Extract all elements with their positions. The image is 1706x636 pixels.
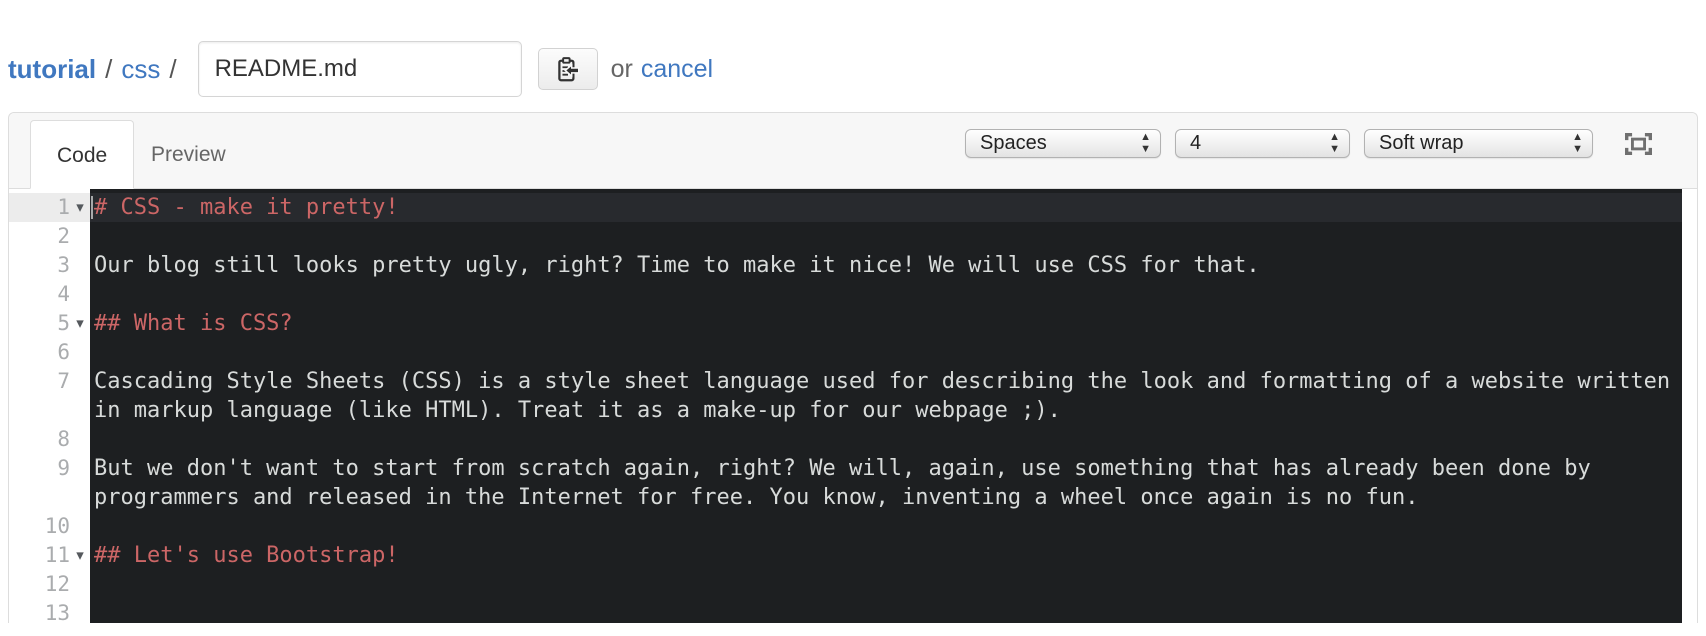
- editor-right-margin: [1682, 599, 1697, 623]
- wrap-mode-value: Soft wrap: [1379, 132, 1464, 154]
- line-number: 2: [57, 224, 70, 248]
- line-number: 1: [57, 195, 70, 219]
- code-line-text[interactable]: [90, 222, 1682, 251]
- editor-line: 11 ▾ ## Let's use Bootstrap!: [9, 541, 1697, 570]
- indent-mode-value: Spaces: [980, 132, 1047, 154]
- gutter-cell: 7: [9, 367, 90, 425]
- editor-line: 8: [9, 425, 1697, 454]
- clipboard-paste-icon: [555, 56, 581, 83]
- editor-right-margin: [1682, 222, 1697, 251]
- paste-filename-button[interactable]: [537, 48, 598, 90]
- fold-arrow-icon[interactable]: ▾: [70, 193, 90, 222]
- editor-line: 5 ▾ ## What is CSS?: [9, 309, 1697, 338]
- fold-arrow-icon[interactable]: ▾: [70, 541, 90, 570]
- editor-right-margin: [1682, 367, 1697, 425]
- editor-right-margin: [1682, 454, 1697, 512]
- line-number: 5: [57, 311, 70, 335]
- screen-full-icon: [1625, 132, 1652, 155]
- editor-right-margin: [1682, 280, 1697, 309]
- gutter-cell: 5 ▾: [9, 309, 90, 338]
- breadcrumb-separator: /: [105, 53, 113, 84]
- line-number: 4: [57, 282, 70, 306]
- wrap-mode-select[interactable]: Soft wrap ▲ ▼: [1364, 129, 1593, 158]
- code-line-text[interactable]: [90, 425, 1682, 454]
- gutter-cell: 3: [9, 251, 90, 280]
- cancel-link[interactable]: cancel: [641, 55, 713, 84]
- select-arrows-icon: ▲ ▼: [1140, 131, 1151, 155]
- editor-right-margin: [1682, 338, 1697, 367]
- editor-right-margin: [1682, 251, 1697, 280]
- editor-line: 6: [9, 338, 1697, 367]
- editor-line: 7 Cascading Style Sheets (CSS) is a style…: [9, 367, 1697, 425]
- tab-preview[interactable]: Preview: [125, 120, 252, 189]
- editor-line: 9 But we don't want to start from scratch…: [9, 454, 1697, 512]
- code-line-text[interactable]: [90, 338, 1682, 367]
- gutter-cell: 1 ▾: [9, 193, 90, 222]
- text-cursor: [91, 196, 93, 219]
- line-number: 3: [57, 253, 70, 277]
- code-line-text[interactable]: But we don't want to start from scratch …: [90, 454, 1682, 512]
- gutter-cell: 12: [9, 570, 90, 599]
- editor-line: 13: [9, 599, 1697, 623]
- indent-mode-select[interactable]: Spaces ▲ ▼: [965, 129, 1161, 158]
- gutter-cell: 2: [9, 222, 90, 251]
- line-number: 7: [57, 369, 70, 393]
- breadcrumb: tutorial / css / or cancel: [0, 0, 1706, 112]
- file-editor-panel: Code Preview Spaces ▲ ▼ 4 ▲ ▼ Soft wrap ▲ ▼: [8, 112, 1698, 623]
- select-arrows-icon: ▲ ▼: [1572, 131, 1583, 155]
- code-line-text[interactable]: ## Let's use Bootstrap!: [90, 541, 1682, 570]
- gutter-cell: 9: [9, 454, 90, 512]
- select-arrows-icon: ▲ ▼: [1329, 131, 1340, 155]
- line-number: 6: [57, 340, 70, 364]
- editor-right-margin: [1682, 570, 1697, 599]
- breadcrumb-repo-link[interactable]: tutorial: [8, 54, 96, 85]
- fullscreen-button[interactable]: [1625, 132, 1652, 155]
- editor-right-margin: [1682, 425, 1697, 454]
- line-number: 11: [44, 543, 70, 567]
- code-line-text[interactable]: [90, 599, 1682, 623]
- editor-right-margin: [1682, 309, 1697, 338]
- breadcrumb-folder-link[interactable]: css: [121, 54, 160, 85]
- line-number: 10: [44, 514, 70, 538]
- code-line-text[interactable]: Our blog still looks pretty ugly, right?…: [90, 251, 1682, 280]
- tab-code[interactable]: Code: [30, 120, 135, 189]
- gutter-cell: 8: [9, 425, 90, 454]
- gutter-cell: 10: [9, 512, 90, 541]
- code-line-text[interactable]: # CSS - make it pretty!: [90, 193, 1682, 222]
- editor-line: 4: [9, 280, 1697, 309]
- code-line-text[interactable]: ## What is CSS?: [90, 309, 1682, 338]
- or-text: or: [610, 54, 633, 83]
- line-number: 8: [57, 427, 70, 451]
- editor-right-margin: [1682, 512, 1697, 541]
- code-line-text[interactable]: [90, 280, 1682, 309]
- editor-line: 3 Our blog still looks pretty ugly, right…: [9, 251, 1697, 280]
- editor-line: 10: [9, 512, 1697, 541]
- indent-size-value: 4: [1190, 132, 1202, 154]
- gutter-cell: 13: [9, 599, 90, 623]
- filename-input[interactable]: [197, 41, 522, 97]
- editor-line: 1 ▾ # CSS - make it pretty!: [9, 193, 1697, 222]
- editor-right-margin: [1682, 193, 1697, 222]
- editor-toolbar: Code Preview Spaces ▲ ▼ 4 ▲ ▼ Soft wrap ▲ ▼: [9, 113, 1697, 189]
- editor-line: 2: [9, 222, 1697, 251]
- line-number: 12: [44, 572, 70, 596]
- gutter-cell: 6: [9, 338, 90, 367]
- breadcrumb-separator: /: [169, 53, 177, 84]
- indent-size-select[interactable]: 4 ▲ ▼: [1175, 129, 1350, 158]
- line-number: 9: [57, 456, 70, 480]
- editor-right-margin: [1682, 541, 1697, 570]
- gutter-cell: 11 ▾: [9, 541, 90, 570]
- editor-line: 12: [9, 570, 1697, 599]
- code-line-text[interactable]: [90, 570, 1682, 599]
- fold-arrow-icon[interactable]: ▾: [70, 309, 90, 338]
- code-editor: 1 ▾ # CSS - make it pretty! 2 3 Our blog stil…: [9, 189, 1697, 623]
- code-line-text[interactable]: [90, 512, 1682, 541]
- gutter-cell: 4: [9, 280, 90, 309]
- code-line-text[interactable]: Cascading Style Sheets (CSS) is a style …: [90, 367, 1682, 425]
- line-number: 13: [44, 601, 70, 623]
